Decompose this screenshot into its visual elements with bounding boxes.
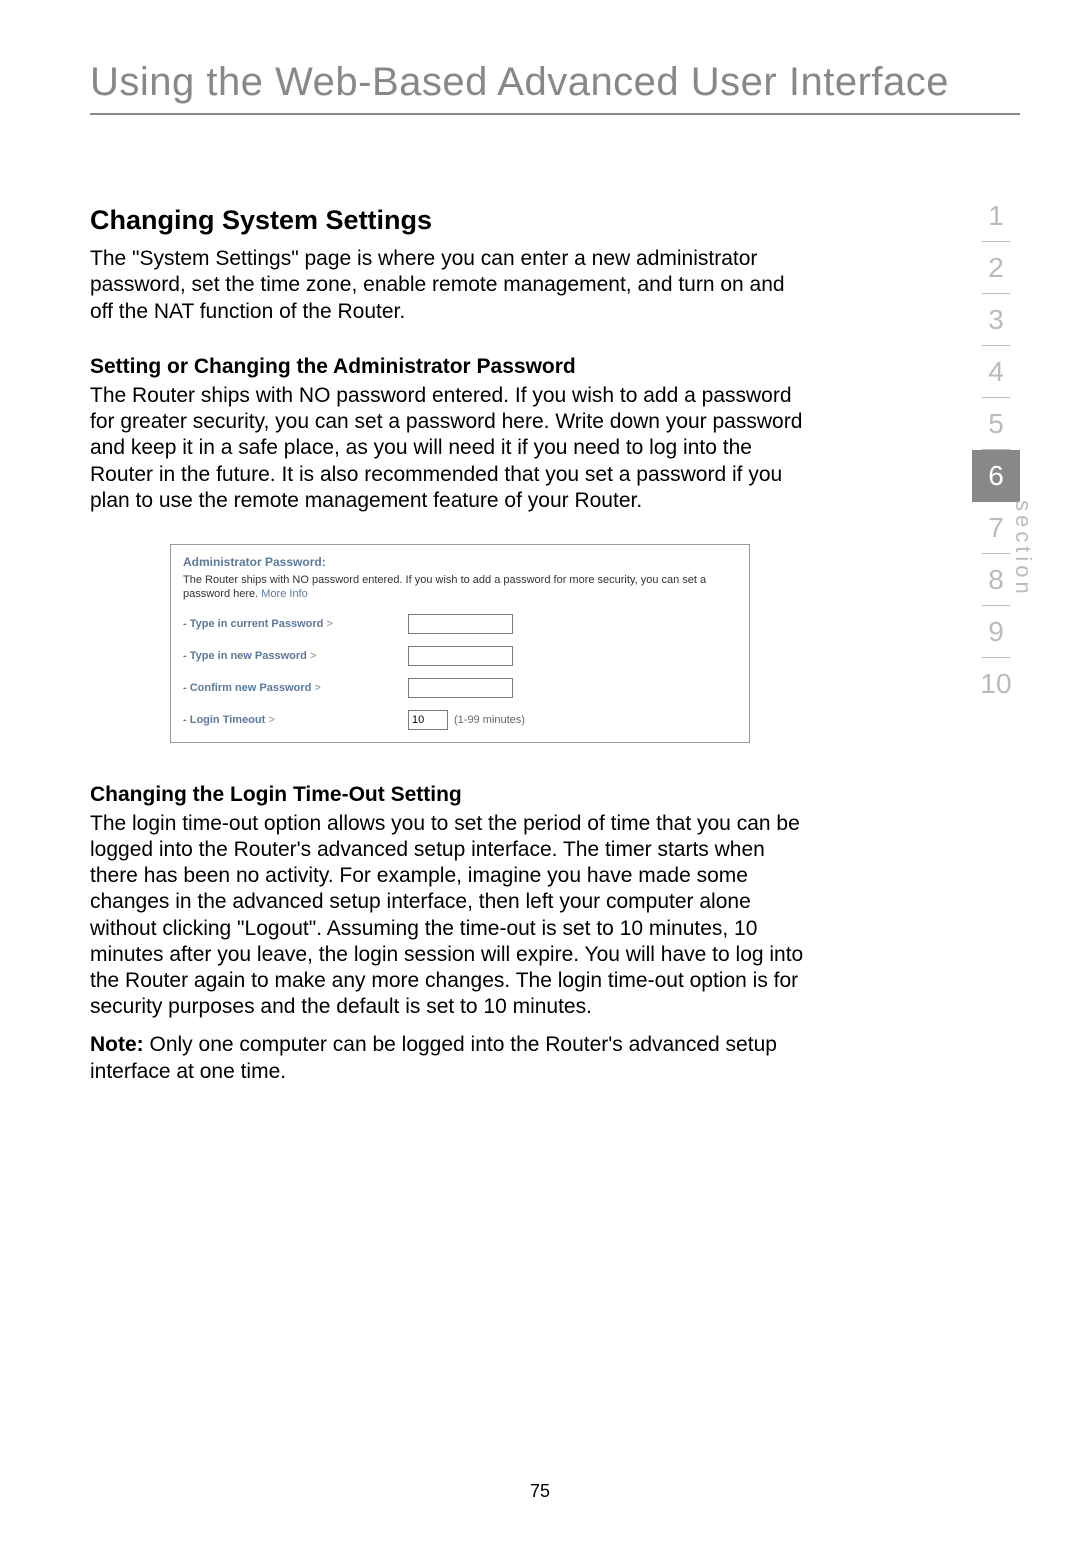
current-password-input[interactable] [408, 614, 513, 634]
heading-admin-password: Setting or Changing the Administrator Pa… [90, 355, 810, 379]
current-password-row: - Type in current Password > [183, 614, 737, 634]
confirm-password-input[interactable] [408, 678, 513, 698]
login-timeout-paragraph: The login time-out option allows you to … [90, 811, 810, 1021]
note-label: Note: [90, 1033, 144, 1056]
more-info-link[interactable]: More Info [261, 588, 307, 600]
heading-login-timeout: Changing the Login Time-Out Setting [90, 783, 810, 807]
chevron-icon: > [326, 618, 332, 630]
admin-password-paragraph: The Router ships with NO password entere… [90, 383, 810, 514]
login-timeout-row: - Login Timeout > (1-99 minutes) [183, 710, 737, 730]
note-text: Only one computer can be logged into the… [90, 1033, 777, 1083]
confirm-password-label: - Confirm new Password > [183, 682, 408, 694]
section-nav-9[interactable]: 9 [972, 606, 1020, 658]
page-title: Using the Web-Based Advanced User Interf… [90, 60, 1020, 115]
section-nav-6[interactable]: 6 [972, 450, 1020, 502]
current-password-label: - Type in current Password > [183, 618, 408, 630]
section-nav-3[interactable]: 3 [972, 294, 1020, 346]
section-nav-4[interactable]: 4 [972, 346, 1020, 398]
heading-changing-system-settings: Changing System Settings [90, 205, 810, 236]
confirm-password-row: - Confirm new Password > [183, 678, 737, 698]
new-password-row: - Type in new Password > [183, 646, 737, 666]
main-content: Changing System Settings The "System Set… [90, 205, 810, 1085]
panel-description: The Router ships with NO password entere… [183, 573, 737, 602]
new-password-input[interactable] [408, 646, 513, 666]
section-label: section [1010, 500, 1036, 598]
section-nav-2[interactable]: 2 [972, 242, 1020, 294]
label-text: - Login Timeout [183, 714, 268, 726]
page-number: 75 [0, 1481, 1080, 1502]
panel-title: Administrator Password: [183, 555, 737, 569]
new-password-label: - Type in new Password > [183, 650, 408, 662]
chevron-icon: > [310, 650, 316, 662]
section-nav-1[interactable]: 1 [972, 190, 1020, 242]
intro-paragraph: The "System Settings" page is where you … [90, 246, 810, 325]
section-nav-10[interactable]: 10 [972, 658, 1020, 710]
note-paragraph: Note: Only one computer can be logged in… [90, 1031, 810, 1086]
section-nav: 1 2 3 4 5 6 7 8 9 10 [972, 190, 1020, 710]
label-text: - Confirm new Password [183, 682, 314, 694]
section-nav-5[interactable]: 5 [972, 398, 1020, 450]
chevron-icon: > [268, 714, 274, 726]
chevron-icon: > [314, 682, 320, 694]
admin-password-panel: Administrator Password: The Router ships… [170, 544, 750, 743]
label-text: - Type in current Password [183, 618, 326, 630]
timeout-unit: (1-99 minutes) [454, 714, 525, 726]
login-timeout-input[interactable] [408, 710, 448, 730]
label-text: - Type in new Password [183, 650, 310, 662]
login-timeout-label: - Login Timeout > [183, 714, 408, 726]
